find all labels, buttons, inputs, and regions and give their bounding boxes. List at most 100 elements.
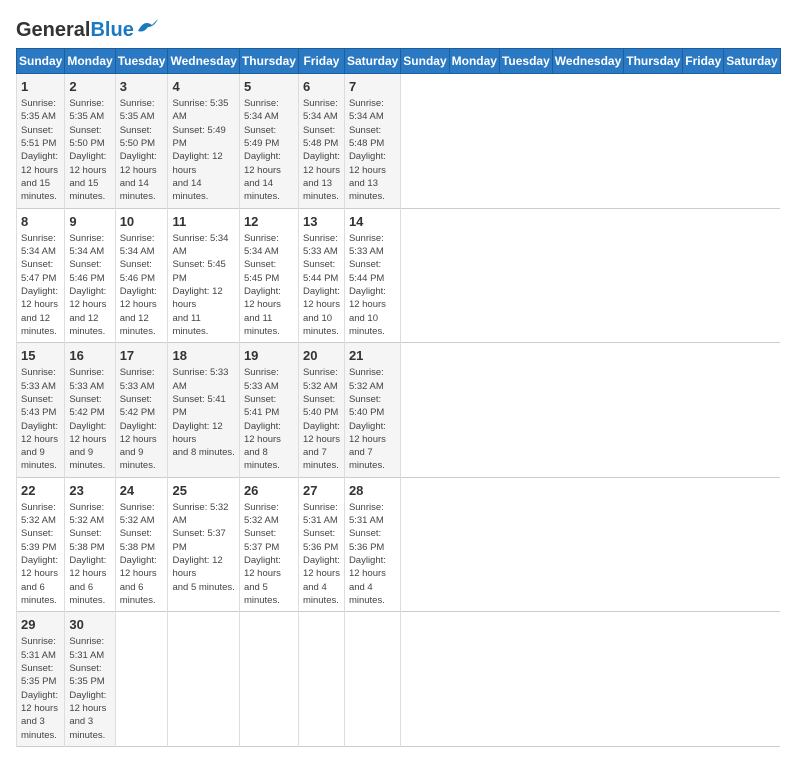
calendar-table: SundayMondayTuesdayWednesdayThursdayFrid… [16, 48, 781, 747]
calendar-day-header: Saturday [344, 49, 400, 74]
day-info: Sunrise: 5:33 AM Sunset: 5:41 PM Dayligh… [244, 366, 294, 472]
day-number: 22 [21, 482, 60, 500]
day-info: Sunrise: 5:35 AM Sunset: 5:49 PM Dayligh… [172, 97, 234, 203]
calendar-cell: 6Sunrise: 5:34 AM Sunset: 5:48 PM Daylig… [298, 74, 344, 209]
calendar-cell: 13Sunrise: 5:33 AM Sunset: 5:44 PM Dayli… [298, 208, 344, 343]
day-info: Sunrise: 5:33 AM Sunset: 5:42 PM Dayligh… [69, 366, 110, 472]
logo-general: General [16, 19, 90, 41]
day-info: Sunrise: 5:31 AM Sunset: 5:35 PM Dayligh… [21, 635, 60, 741]
calendar-cell: 30Sunrise: 5:31 AM Sunset: 5:35 PM Dayli… [65, 612, 115, 747]
calendar-week-row: 15Sunrise: 5:33 AM Sunset: 5:43 PM Dayli… [17, 343, 781, 478]
calendar-cell: 16Sunrise: 5:33 AM Sunset: 5:42 PM Dayli… [65, 343, 115, 478]
calendar-week-row: 8Sunrise: 5:34 AM Sunset: 5:47 PM Daylig… [17, 208, 781, 343]
calendar-cell: 29Sunrise: 5:31 AM Sunset: 5:35 PM Dayli… [17, 612, 65, 747]
calendar-cell [344, 612, 400, 747]
calendar-cell [239, 612, 298, 747]
day-number: 17 [120, 347, 164, 365]
day-number: 14 [349, 213, 396, 231]
day-number: 29 [21, 616, 60, 634]
day-info: Sunrise: 5:32 AM Sunset: 5:38 PM Dayligh… [120, 501, 164, 607]
calendar-day-header: Sunday [17, 49, 65, 74]
calendar-week-row: 1Sunrise: 5:35 AM Sunset: 5:51 PM Daylig… [17, 74, 781, 209]
calendar-cell [298, 612, 344, 747]
logo-blue: Blue [90, 19, 133, 41]
calendar-day-header: Monday [65, 49, 115, 74]
calendar-cell: 15Sunrise: 5:33 AM Sunset: 5:43 PM Dayli… [17, 343, 65, 478]
day-number: 23 [69, 482, 110, 500]
calendar-week-row: 22Sunrise: 5:32 AM Sunset: 5:39 PM Dayli… [17, 477, 781, 612]
calendar-day-header: Wednesday [168, 49, 239, 74]
day-info: Sunrise: 5:32 AM Sunset: 5:37 PM Dayligh… [244, 501, 294, 607]
calendar-cell: 4Sunrise: 5:35 AM Sunset: 5:49 PM Daylig… [168, 74, 239, 209]
day-of-week-header: Sunday [401, 49, 449, 74]
day-info: Sunrise: 5:34 AM Sunset: 5:47 PM Dayligh… [21, 232, 60, 338]
day-number: 15 [21, 347, 60, 365]
calendar-cell: 24Sunrise: 5:32 AM Sunset: 5:38 PM Dayli… [115, 477, 168, 612]
day-info: Sunrise: 5:33 AM Sunset: 5:44 PM Dayligh… [303, 232, 340, 338]
calendar-cell: 7Sunrise: 5:34 AM Sunset: 5:48 PM Daylig… [344, 74, 400, 209]
day-info: Sunrise: 5:34 AM Sunset: 5:46 PM Dayligh… [120, 232, 164, 338]
day-of-week-header: Tuesday [499, 49, 552, 74]
day-number: 16 [69, 347, 110, 365]
calendar-day-header: Thursday [239, 49, 298, 74]
day-number: 19 [244, 347, 294, 365]
calendar-cell: 19Sunrise: 5:33 AM Sunset: 5:41 PM Dayli… [239, 343, 298, 478]
day-number: 12 [244, 213, 294, 231]
day-info: Sunrise: 5:34 AM Sunset: 5:48 PM Dayligh… [303, 97, 340, 203]
day-number: 30 [69, 616, 110, 634]
calendar-cell: 2Sunrise: 5:35 AM Sunset: 5:50 PM Daylig… [65, 74, 115, 209]
calendar-cell: 5Sunrise: 5:34 AM Sunset: 5:49 PM Daylig… [239, 74, 298, 209]
calendar-cell: 10Sunrise: 5:34 AM Sunset: 5:46 PM Dayli… [115, 208, 168, 343]
calendar-cell: 20Sunrise: 5:32 AM Sunset: 5:40 PM Dayli… [298, 343, 344, 478]
day-info: Sunrise: 5:34 AM Sunset: 5:48 PM Dayligh… [349, 97, 396, 203]
calendar-day-header: Friday [298, 49, 344, 74]
day-number: 5 [244, 78, 294, 96]
day-info: Sunrise: 5:31 AM Sunset: 5:36 PM Dayligh… [303, 501, 340, 607]
day-info: Sunrise: 5:33 AM Sunset: 5:41 PM Dayligh… [172, 366, 234, 459]
day-info: Sunrise: 5:32 AM Sunset: 5:38 PM Dayligh… [69, 501, 110, 607]
day-of-week-header: Thursday [624, 49, 683, 74]
day-info: Sunrise: 5:34 AM Sunset: 5:46 PM Dayligh… [69, 232, 110, 338]
calendar-cell: 12Sunrise: 5:34 AM Sunset: 5:45 PM Dayli… [239, 208, 298, 343]
calendar-cell: 14Sunrise: 5:33 AM Sunset: 5:44 PM Dayli… [344, 208, 400, 343]
calendar-cell: 8Sunrise: 5:34 AM Sunset: 5:47 PM Daylig… [17, 208, 65, 343]
day-info: Sunrise: 5:34 AM Sunset: 5:49 PM Dayligh… [244, 97, 294, 203]
day-number: 6 [303, 78, 340, 96]
day-number: 11 [172, 213, 234, 231]
day-number: 21 [349, 347, 396, 365]
calendar-cell [168, 612, 239, 747]
calendar-cell: 18Sunrise: 5:33 AM Sunset: 5:41 PM Dayli… [168, 343, 239, 478]
day-info: Sunrise: 5:33 AM Sunset: 5:42 PM Dayligh… [120, 366, 164, 472]
day-info: Sunrise: 5:33 AM Sunset: 5:43 PM Dayligh… [21, 366, 60, 472]
day-number: 7 [349, 78, 396, 96]
calendar-cell: 11Sunrise: 5:34 AM Sunset: 5:45 PM Dayli… [168, 208, 239, 343]
day-info: Sunrise: 5:35 AM Sunset: 5:50 PM Dayligh… [120, 97, 164, 203]
calendar-cell [115, 612, 168, 747]
calendar-day-header: Tuesday [115, 49, 168, 74]
day-info: Sunrise: 5:32 AM Sunset: 5:40 PM Dayligh… [303, 366, 340, 472]
day-number: 24 [120, 482, 164, 500]
calendar-cell: 26Sunrise: 5:32 AM Sunset: 5:37 PM Dayli… [239, 477, 298, 612]
day-of-week-header: Monday [449, 49, 499, 74]
day-number: 4 [172, 78, 234, 96]
calendar-cell: 17Sunrise: 5:33 AM Sunset: 5:42 PM Dayli… [115, 343, 168, 478]
logo: GeneralBlue [16, 20, 158, 40]
day-info: Sunrise: 5:32 AM Sunset: 5:39 PM Dayligh… [21, 501, 60, 607]
day-number: 26 [244, 482, 294, 500]
calendar-week-row: 29Sunrise: 5:31 AM Sunset: 5:35 PM Dayli… [17, 612, 781, 747]
calendar-cell: 25Sunrise: 5:32 AM Sunset: 5:37 PM Dayli… [168, 477, 239, 612]
calendar-cell: 28Sunrise: 5:31 AM Sunset: 5:36 PM Dayli… [344, 477, 400, 612]
day-info: Sunrise: 5:34 AM Sunset: 5:45 PM Dayligh… [244, 232, 294, 338]
page-header: GeneralBlue [16, 16, 776, 40]
day-info: Sunrise: 5:32 AM Sunset: 5:40 PM Dayligh… [349, 366, 396, 472]
calendar-cell: 1Sunrise: 5:35 AM Sunset: 5:51 PM Daylig… [17, 74, 65, 209]
day-number: 3 [120, 78, 164, 96]
day-number: 28 [349, 482, 396, 500]
day-number: 27 [303, 482, 340, 500]
day-number: 20 [303, 347, 340, 365]
day-number: 10 [120, 213, 164, 231]
day-info: Sunrise: 5:35 AM Sunset: 5:51 PM Dayligh… [21, 97, 60, 203]
logo-bird-icon [136, 17, 158, 35]
calendar-header-row: SundayMondayTuesdayWednesdayThursdayFrid… [17, 49, 781, 74]
day-info: Sunrise: 5:31 AM Sunset: 5:36 PM Dayligh… [349, 501, 396, 607]
